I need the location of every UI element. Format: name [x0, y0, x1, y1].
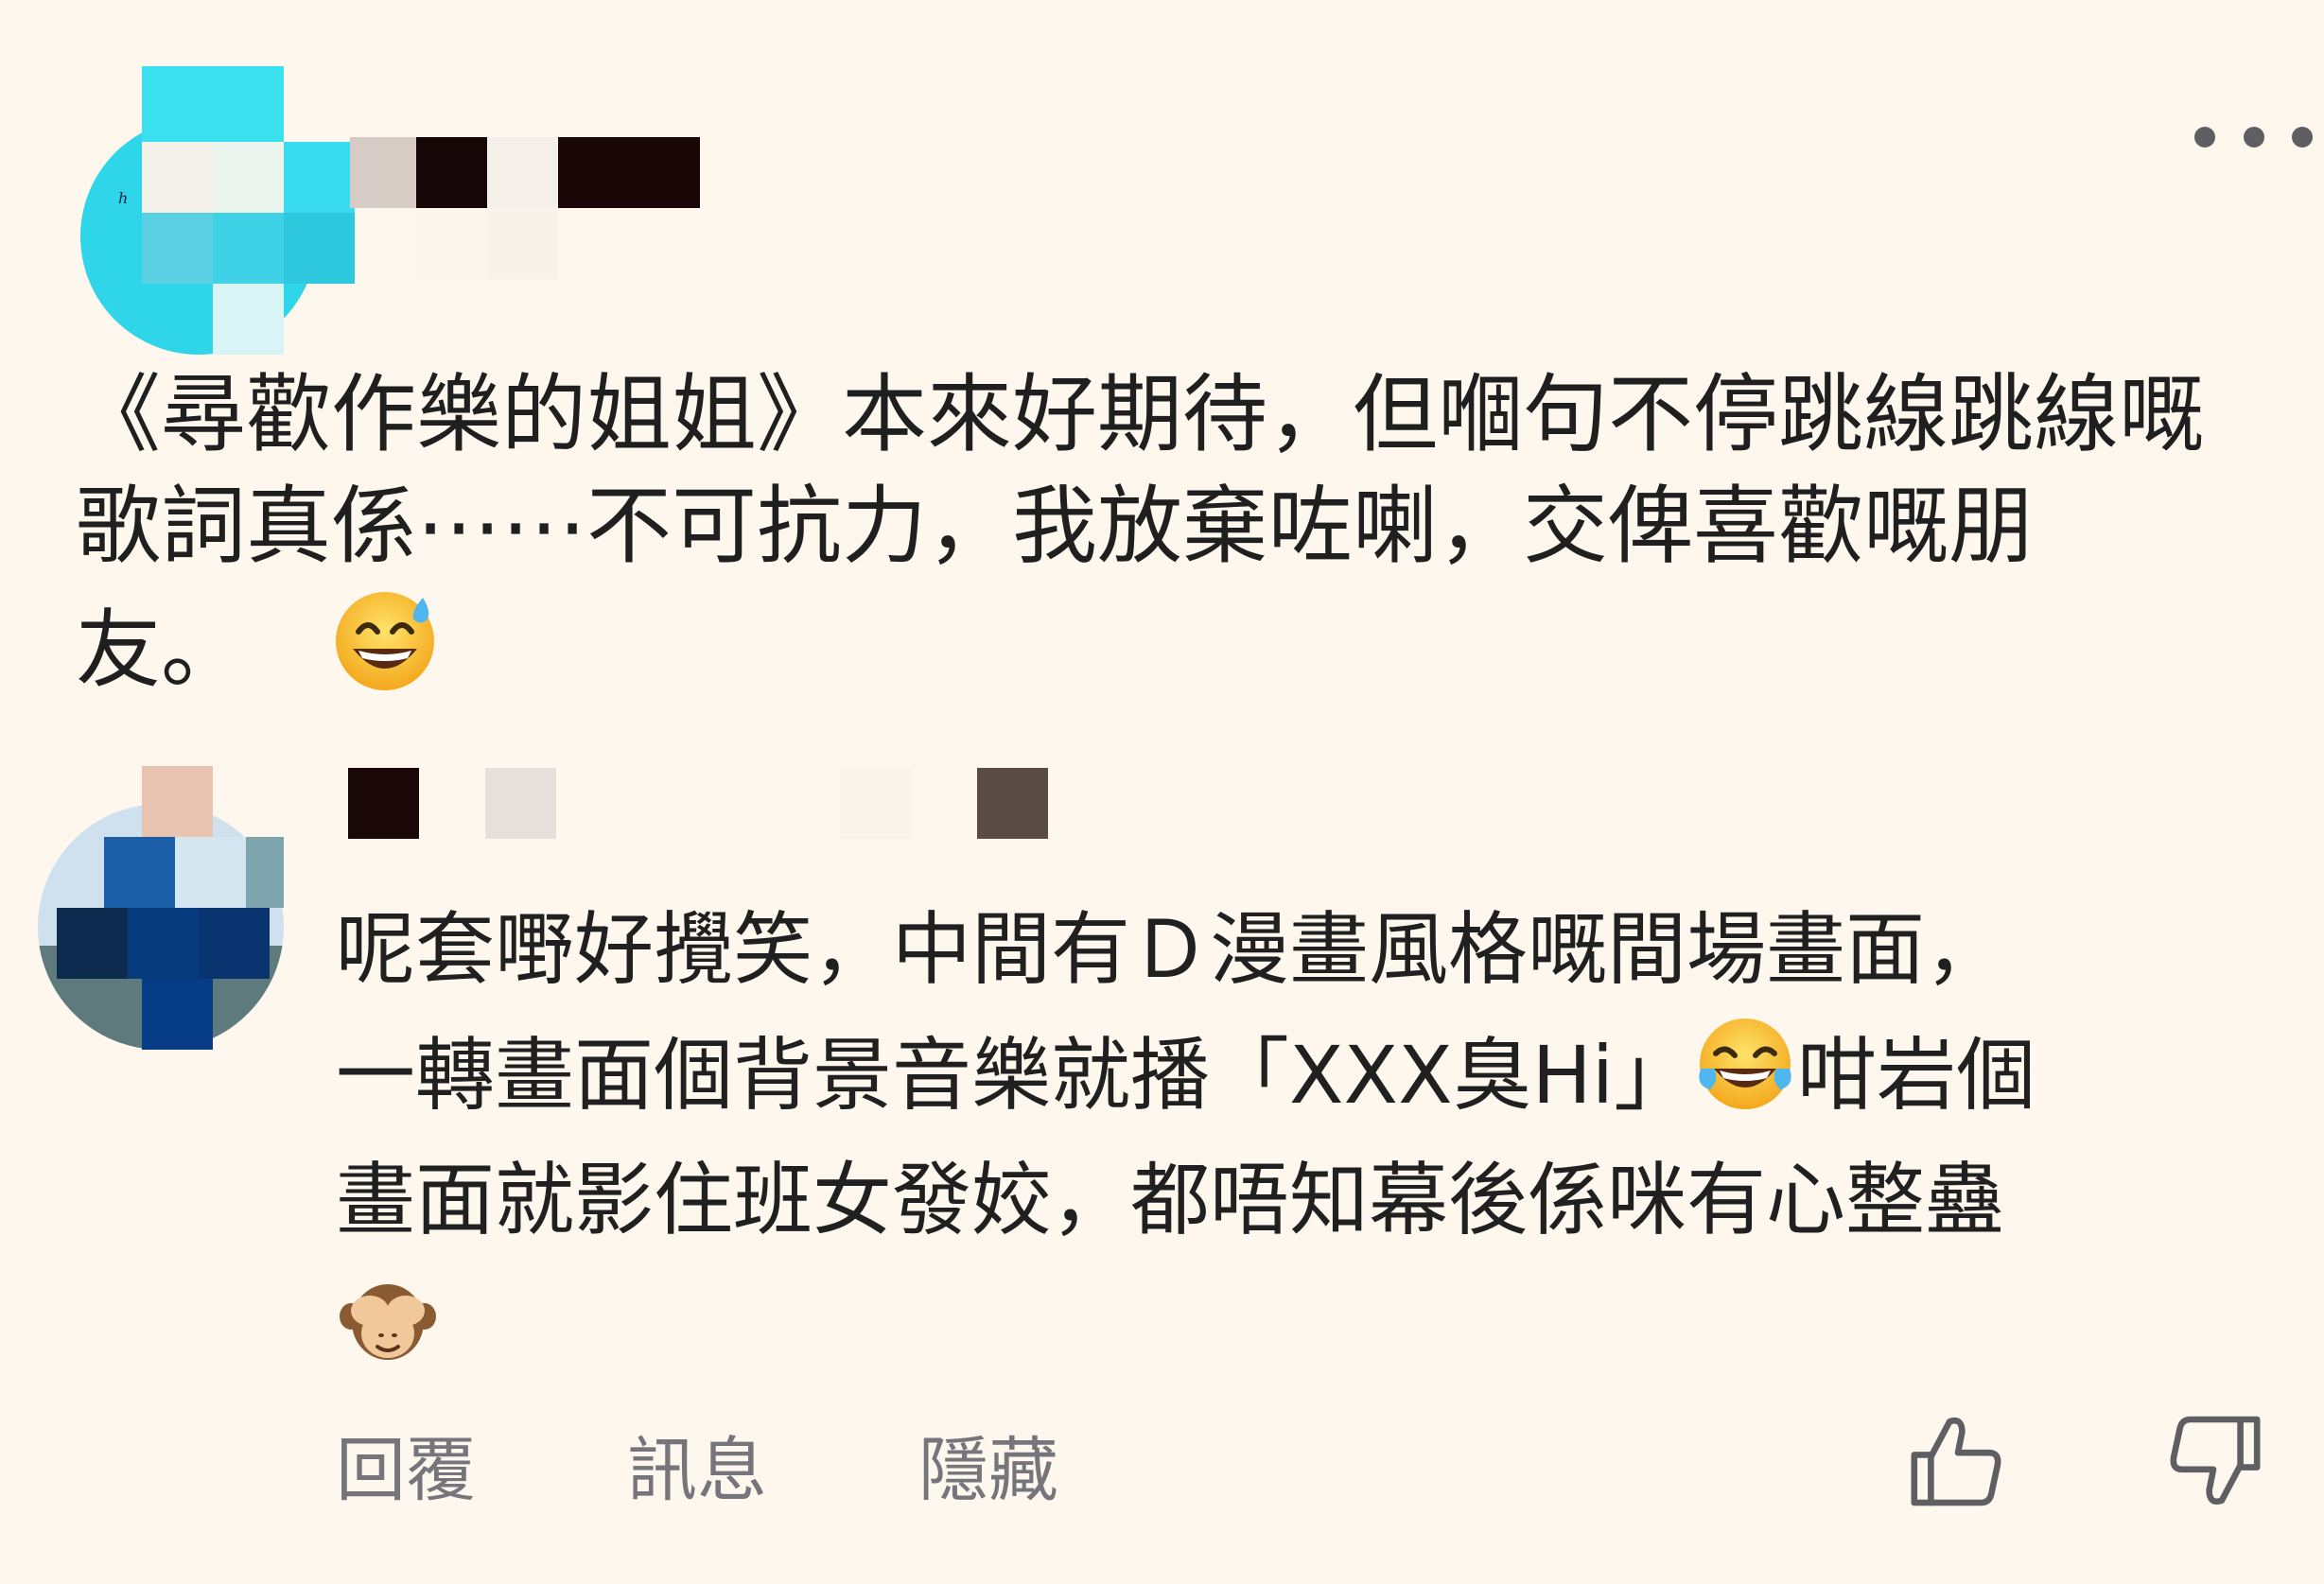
see-no-evil-monkey-emoji-icon: [340, 1284, 436, 1360]
reply-text: 呢套嘢好攪笑，中間有Ｄ漫畫風格嘅間場畫面， 一轉畫面個背景音樂就播「XXX臭Hi…: [336, 887, 2284, 1387]
reply-line-4: [336, 1262, 2284, 1387]
reply-author-avatar[interactable]: [38, 766, 293, 1050]
reply-line-2: 一轉畫面個背景音樂就播「XXX臭Hi」 咁岩個: [336, 1012, 2284, 1138]
thumbs-down-icon[interactable]: [2161, 1409, 2265, 1513]
more-dot: [2243, 127, 2264, 148]
post-line-3: 友。: [76, 583, 2308, 706]
post-line-2: 歌詞真係⋯⋯不可抗力，我放棄咗喇，交俾喜歡嘅朋: [76, 477, 2034, 576]
joy-emoji-icon: [1699, 1018, 1791, 1109]
reply-line-2-tail: 咁岩個: [1797, 1029, 2036, 1122]
hide-button[interactable]: 隱藏: [918, 1414, 1058, 1515]
message-button[interactable]: 訊息: [627, 1414, 767, 1515]
author-avatar[interactable]: h: [80, 66, 364, 359]
more-dot: [2292, 127, 2313, 148]
reply-author-name-redacted[interactable]: [348, 768, 1057, 839]
reply-actions: 回覆 訊息 隱藏: [336, 1414, 1058, 1515]
more-options-button[interactable]: [2194, 118, 2313, 156]
reply-line-1: 呢套嘢好攪笑，中間有Ｄ漫畫風格嘅間場畫面，: [336, 903, 2005, 996]
reply-line-2-text: 一轉畫面個背景音樂就播「XXX臭Hi」: [336, 1029, 1694, 1122]
author-name-redacted[interactable]: [350, 137, 700, 279]
thumbs-up-icon[interactable]: [1906, 1409, 2010, 1513]
post-text: 《尋歡作樂的姐姐》本來好期待，但嗰句不停跳線跳線嘅 歌詞真係⋯⋯不可抗力，我放棄…: [76, 359, 2308, 706]
post-line-1: 《尋歡作樂的姐姐》本來好期待，但嗰句不停跳線跳線嘅: [76, 365, 2204, 464]
more-dot: [2194, 127, 2215, 148]
post-line-3-text: 友。: [76, 601, 246, 700]
reply-line-3: 畫面就影住班女發姣，都唔知幕後係咪有心整蠱: [336, 1154, 2005, 1246]
reply-button[interactable]: 回覆: [336, 1414, 476, 1515]
sweat-smile-emoji-icon: [335, 592, 434, 690]
